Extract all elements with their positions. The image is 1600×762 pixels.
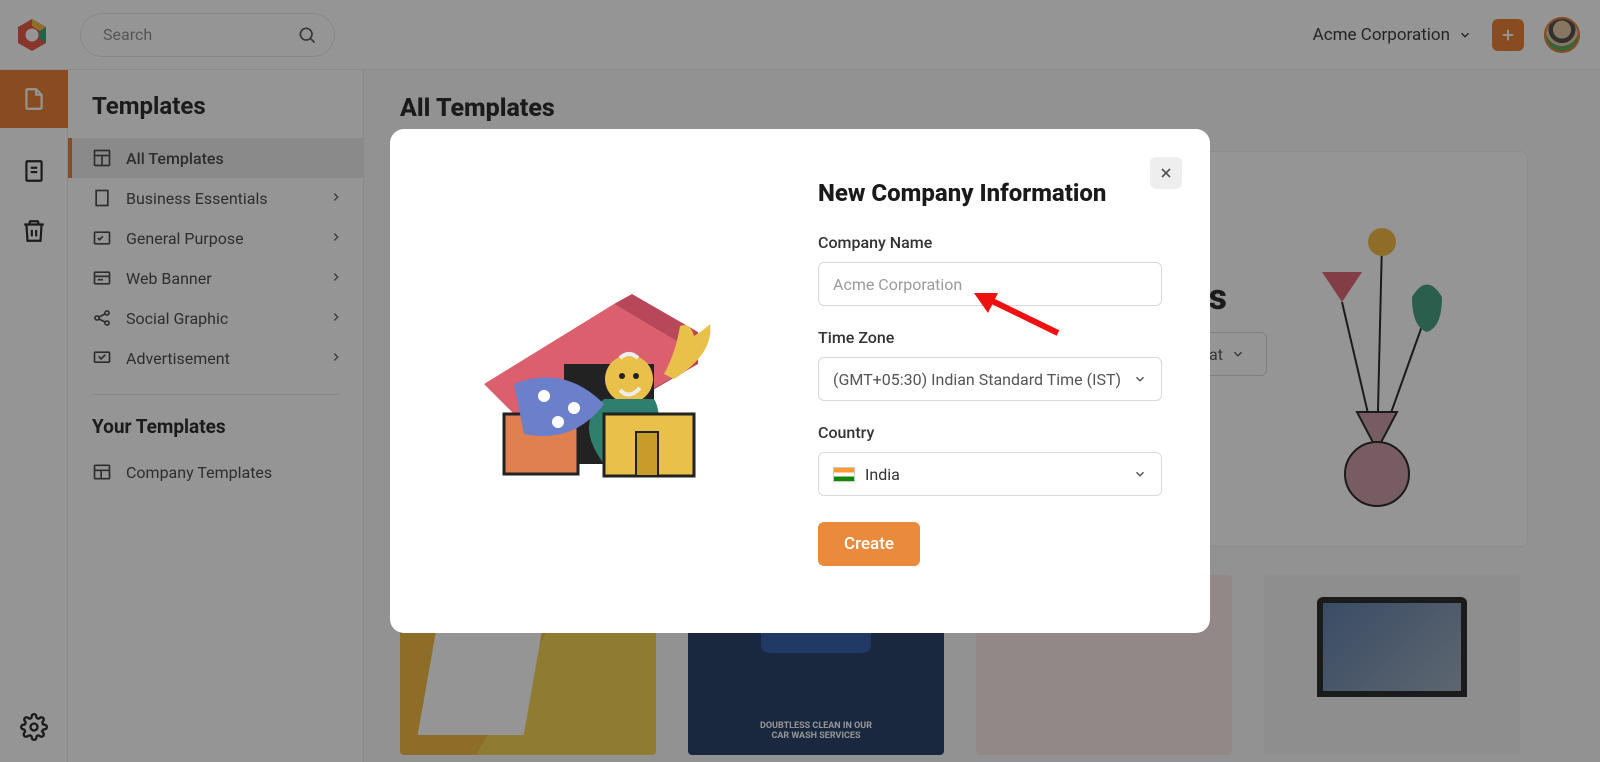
new-company-modal: New Company Information Company Name Tim… (390, 129, 1210, 633)
country-label: Country (818, 423, 1162, 442)
modal-overlay[interactable]: New Company Information Company Name Tim… (0, 0, 1600, 762)
timezone-select[interactable]: (GMT+05:30) Indian Standard Time (IST) (818, 357, 1162, 401)
create-button[interactable]: Create (818, 522, 920, 566)
modal-illustration (434, 179, 794, 589)
chevron-down-icon (1133, 372, 1147, 386)
modal-form: New Company Information Company Name Tim… (794, 179, 1162, 589)
chevron-down-icon (1133, 467, 1147, 481)
modal-title: New Company Information (818, 179, 1162, 207)
close-button[interactable] (1150, 157, 1182, 189)
timezone-value: (GMT+05:30) Indian Standard Time (IST) (833, 370, 1121, 389)
close-icon (1158, 165, 1174, 181)
annotation-arrow (974, 293, 1064, 339)
country-value: India (865, 465, 900, 484)
company-name-label: Company Name (818, 233, 1162, 252)
country-select[interactable]: India (818, 452, 1162, 496)
flag-india-icon (833, 467, 855, 482)
